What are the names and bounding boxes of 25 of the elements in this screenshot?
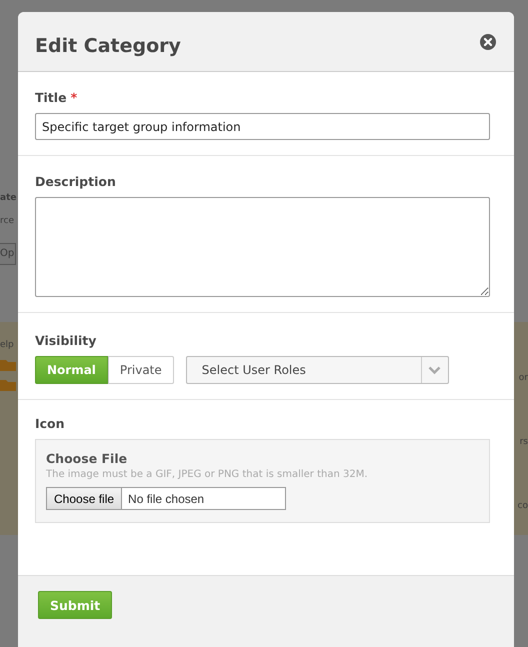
file-status: No file chosen [127, 492, 204, 506]
text: or [518, 372, 528, 384]
field-label: Title * [35, 90, 78, 105]
text: co [518, 500, 528, 512]
field-label: Description [35, 174, 117, 189]
upload-heading: Choose File [46, 451, 128, 466]
chevron-down-icon [428, 366, 442, 374]
text: rce [0, 215, 14, 227]
title-input[interactable]: Specific target group information [35, 113, 490, 140]
description-input[interactable] [35, 197, 490, 297]
dialog-title: Edit Category [35, 34, 181, 56]
user-roles-select[interactable]: Select User Roles [186, 356, 449, 384]
field-label: Visibility [35, 333, 98, 348]
text: rs [520, 436, 528, 448]
upload-hint: The image must be a GIF, JPEG or PNG that is smaller than 32M. [46, 469, 369, 480]
required-mark: * [70, 90, 78, 105]
visibility-toggle[interactable]: Private [108, 356, 174, 384]
heading-text: ate [0, 192, 16, 204]
file-input[interactable]: Choose file No file chosen [46, 487, 286, 510]
folder-icon [0, 359, 16, 371]
folder-icon [0, 379, 16, 391]
field-label: Icon [35, 416, 66, 431]
text: elp [0, 339, 14, 351]
choose-file-button[interactable]: Choose file [47, 488, 122, 509]
close-icon[interactable] [480, 34, 496, 50]
